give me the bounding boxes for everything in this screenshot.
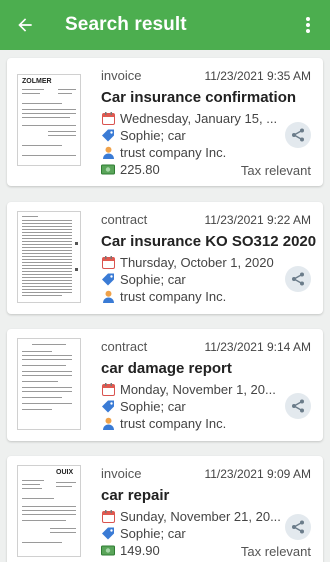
share-icon — [292, 128, 304, 142]
thumbnail-logo: ZOLMER — [22, 78, 52, 85]
tags-row: Sophie; car — [101, 526, 186, 541]
document-thumbnail: ZOLMER — [17, 74, 81, 166]
result-list[interactable]: ZOLMER invoice 11/23/2021 9:35 AM Car in… — [0, 50, 330, 562]
result-card[interactable]: contract 11/23/2021 9:14 AM car damage r… — [7, 329, 323, 441]
share-icon — [292, 520, 304, 534]
document-type: invoice — [101, 466, 142, 481]
document-tags: Sophie; car — [120, 272, 186, 287]
calendar-icon — [101, 383, 115, 397]
date-row: Monday, November 1, 20... — [101, 382, 276, 397]
tag-icon — [101, 129, 115, 143]
share-button[interactable] — [285, 122, 311, 148]
document-company: trust company Inc. — [120, 416, 227, 431]
document-datetime: 11/23/2021 9:09 AM — [204, 467, 311, 481]
document-thumbnail: OUIX — [17, 465, 81, 557]
person-icon — [101, 290, 115, 304]
tags-row: Sophie; car — [101, 399, 186, 414]
document-title: Car insurance KO SO312 2020 — [101, 233, 317, 250]
document-tags: Sophie; car — [120, 526, 186, 541]
share-icon — [292, 272, 304, 286]
calendar-icon — [101, 256, 115, 270]
document-tags: Sophie; car — [120, 399, 186, 414]
more-vert-icon — [306, 17, 310, 33]
person-icon — [101, 146, 115, 160]
document-title: car repair — [101, 487, 170, 504]
company-row: trust company Inc. — [101, 145, 226, 160]
document-title: car damage report — [101, 360, 232, 377]
share-button[interactable] — [285, 393, 311, 419]
date-row: Sunday, November 21, 20... — [101, 509, 281, 524]
tag-icon — [101, 527, 115, 541]
share-icon — [292, 399, 304, 413]
document-thumbnail — [17, 338, 81, 430]
tags-row: Sophie; car — [101, 128, 186, 143]
document-type: contract — [101, 212, 148, 227]
document-type: invoice — [101, 68, 142, 83]
back-button[interactable] — [0, 0, 50, 50]
document-amount: 225.80 — [120, 162, 160, 177]
money-icon — [101, 544, 115, 558]
document-thumbnail — [17, 211, 81, 303]
tags-row: Sophie; car — [101, 272, 186, 287]
tax-relevant-label: Tax relevant — [240, 544, 311, 559]
calendar-icon — [101, 112, 115, 126]
document-company: trust company Inc. — [120, 145, 227, 160]
company-row: trust company Inc. — [101, 416, 226, 431]
document-date: Wednesday, January 15, ... — [120, 111, 278, 126]
document-date: Thursday, October 1, 2020 — [120, 255, 274, 270]
result-card[interactable]: ZOLMER invoice 11/23/2021 9:35 AM Car in… — [7, 58, 323, 186]
money-icon — [101, 163, 115, 177]
document-tags: Sophie; car — [120, 128, 186, 143]
document-company: trust company Inc. — [120, 289, 227, 304]
document-type: contract — [101, 339, 148, 354]
page-title: Search result — [65, 14, 187, 35]
document-datetime: 11/23/2021 9:14 AM — [204, 340, 311, 354]
share-button[interactable] — [285, 266, 311, 292]
person-icon — [101, 417, 115, 431]
document-date: Sunday, November 21, 20... — [120, 509, 281, 524]
result-card[interactable]: contract 11/23/2021 9:22 AM Car insuranc… — [7, 202, 323, 314]
amount-row: 149.90 — [101, 543, 160, 558]
arrow-left-icon — [18, 18, 32, 32]
tag-icon — [101, 400, 115, 414]
company-row: trust company Inc. — [101, 289, 226, 304]
tag-icon — [101, 273, 115, 287]
document-title: Car insurance confirmation — [101, 89, 297, 106]
document-datetime: 11/23/2021 9:35 AM — [204, 69, 311, 83]
document-date: Monday, November 1, 20... — [120, 382, 276, 397]
document-amount: 149.90 — [120, 543, 160, 558]
thumbnail-logo: OUIX — [56, 469, 74, 476]
result-card[interactable]: OUIX invoice 11/23/2021 9:09 AM car repa… — [7, 456, 323, 562]
date-row: Thursday, October 1, 2020 — [101, 255, 274, 270]
app-bar: Search result — [0, 0, 330, 50]
date-row: Wednesday, January 15, ... — [101, 111, 277, 126]
document-datetime: 11/23/2021 9:22 AM — [204, 213, 311, 227]
calendar-icon — [101, 510, 115, 524]
share-button[interactable] — [285, 514, 311, 540]
tax-relevant-label: Tax relevant — [240, 163, 311, 178]
amount-row: 225.80 — [101, 162, 160, 177]
more-options-button[interactable] — [296, 13, 320, 37]
